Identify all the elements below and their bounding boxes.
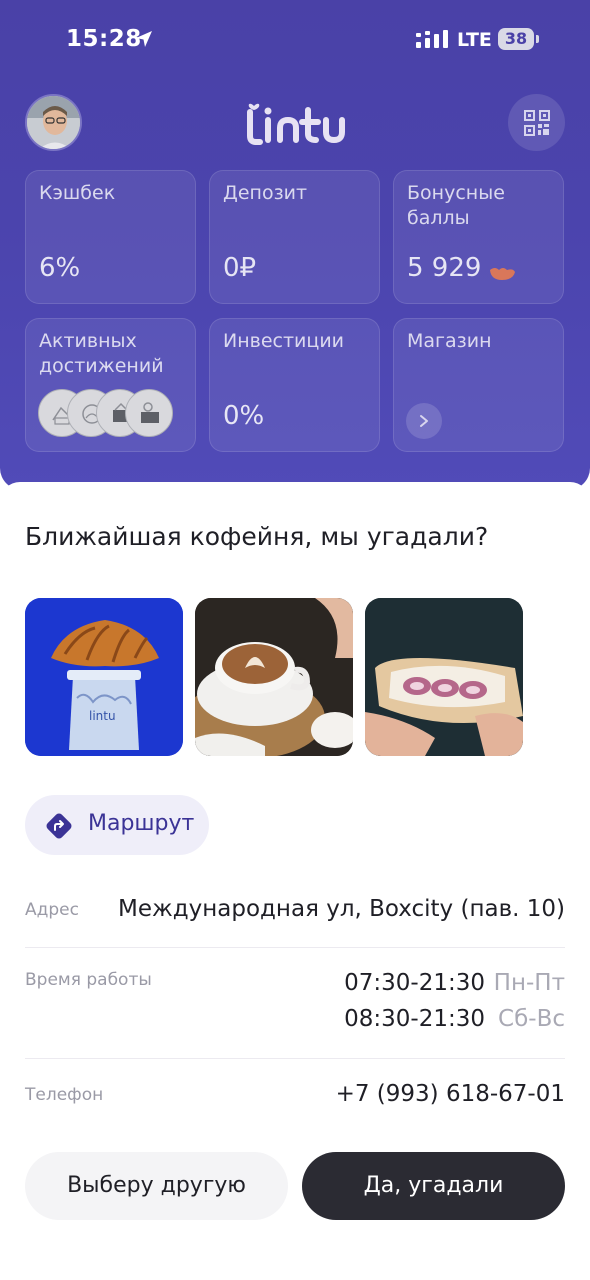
card-value: 5 929 [407,253,482,283]
card-investments[interactable]: Инвестиции 0% [209,318,380,452]
hours-time: 08:30-21:30 [344,1006,485,1032]
shop-open-button[interactable] [406,403,442,439]
card-cashback[interactable]: Кэшбек 6% [25,170,196,304]
hours-days: Пн-Пт [493,970,565,996]
hours-days: Сб-Вс [498,1006,565,1032]
hours-time: 07:30-21:30 [344,970,485,996]
route-icon [45,812,73,844]
card-label: Бонусные баллы [407,182,505,229]
sheet-title: Ближайшая кофейня, мы угадали? [25,522,489,551]
card-shop[interactable]: Магазин [393,318,564,452]
battery-level: 38 [498,28,534,50]
card-value: 6% [39,253,81,283]
hours-label: Время работы [25,970,152,990]
route-label: Маршрут [88,811,195,836]
hours-row-weekdays: 07:30-21:30 Пн-Пт [344,970,565,996]
photo-croissant-cup[interactable]: lintu [25,598,183,756]
qr-button[interactable] [508,94,565,151]
card-value: 0₽ [223,253,257,283]
location-arrow-icon [134,29,154,53]
card-value: 0% [223,401,265,431]
battery-icon [536,35,539,43]
qr-code-icon [524,110,550,136]
route-button[interactable]: Маршрут [25,795,209,855]
chevron-right-icon [420,415,428,427]
status-time: 15:28 [66,26,142,52]
address-label: Адрес [25,900,79,920]
signal-icon [416,30,448,54]
card-label: Кэшбек [39,182,116,204]
card-deposit[interactable]: Депозит 0₽ [209,170,380,304]
phone-label: Телефон [25,1085,104,1105]
phone-value[interactable]: +7 (993) 618-67-01 [336,1081,565,1107]
network-type: LTE [457,29,492,51]
bonus-coin-icon [487,264,517,286]
card-label: Инвестиции [223,330,345,352]
status-bar: 15:28 LTE 38 [0,0,590,80]
card-bonus-points[interactable]: Бонусные баллы 5 929 [393,170,564,304]
header-panel: 15:28 LTE 38 Кэшбек 6% Депозит 0₽ Бонусн… [0,0,590,490]
photo-latte[interactable] [195,598,353,756]
svg-text:lintu: lintu [89,709,116,723]
card-achievements[interactable]: Активных достижений [25,318,196,452]
choose-other-button[interactable]: Выберу другую [25,1152,288,1220]
hours-row-weekend: 08:30-21:30 Сб-Вс [344,1006,565,1032]
confirm-button[interactable]: Да, угадали [302,1152,565,1220]
brand-logo [240,96,350,146]
avatar[interactable] [25,94,82,151]
achievement-badges [38,389,174,439]
card-label: Активных достижений [39,330,164,377]
address-value: Международная ул, Boxcity (пав. 10) [118,896,565,922]
divider [25,947,565,948]
card-label: Магазин [407,330,492,352]
card-label: Депозит [223,182,308,204]
divider [25,1058,565,1059]
photo-sandwich[interactable] [365,598,523,756]
achievement-badge [125,389,173,437]
